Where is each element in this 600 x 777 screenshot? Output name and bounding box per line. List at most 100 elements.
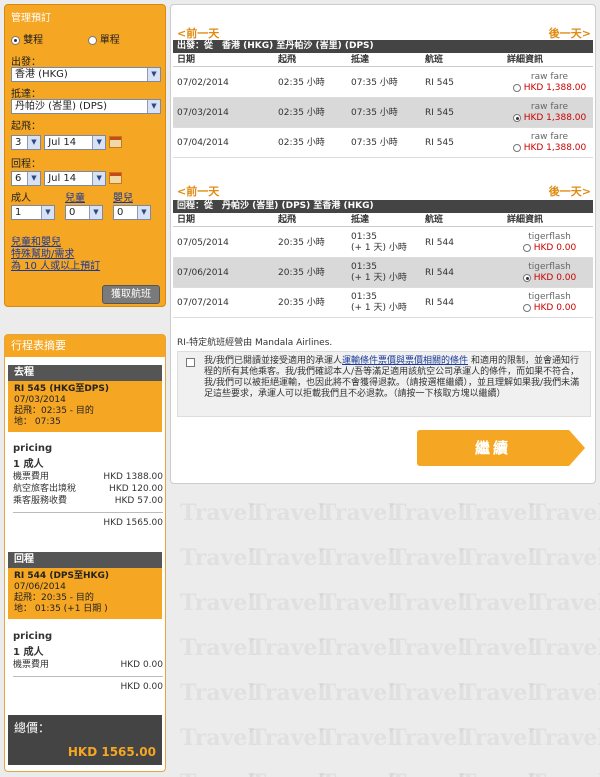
return-month-select[interactable]: Jul 14 ▼: [44, 171, 107, 186]
to-select-value: 丹帕沙 (峇里) (DPS): [15, 101, 108, 112]
fare-price: HKD 0.00: [533, 303, 577, 313]
chevron-down-icon: ▼: [27, 136, 40, 149]
fare-radio[interactable]: [512, 143, 521, 152]
col-depart: 起飛: [278, 54, 297, 65]
outbound-date: 07/03/2014: [14, 395, 66, 405]
arrow-right-icon: [569, 430, 585, 466]
from-label: 出發：: [11, 57, 41, 68]
fare-radio[interactable]: [522, 273, 531, 282]
watermark-text: Travel: [320, 590, 396, 616]
fare-cell: raw fare HKD 1,388.00: [507, 128, 592, 158]
total-value: HKD 1565.00: [67, 745, 156, 759]
fare-radio[interactable]: [512, 83, 521, 92]
flight-row[interactable]: 07/05/2014 20:35 小時 01:35 (+ 1 天) 小時 RI 544 t…: [173, 228, 593, 258]
outbound-table-header: 日期 起飛 抵達 航班 詳細資訊: [173, 53, 593, 67]
depart-cell: 20:35 小時: [278, 297, 325, 308]
roundtrip-radio[interactable]: [11, 35, 20, 45]
arrive-time: 01:35: [351, 292, 377, 302]
service-label: 乘客服務收費: [13, 496, 68, 506]
flight-row[interactable]: 07/04/2014 02:35 小時 07:35 小時 RI 545 raw fare…: [173, 128, 593, 158]
pax-count: 1 成人: [13, 459, 44, 470]
depart-cell: 02:35 小時: [278, 107, 325, 118]
watermark-text: Travel: [180, 500, 256, 526]
flight-row[interactable]: 07/02/2014 02:35 小時 07:35 小時 RI 545 raw fare…: [173, 68, 593, 98]
conditions-link[interactable]: 運輸條件票價與票價相關的條件: [342, 356, 468, 366]
flight-row[interactable]: 07/03/2014 02:35 小時 07:35 小時 RI 545 raw fare…: [173, 98, 593, 128]
inbound-prev-day[interactable]: <前一天: [177, 183, 219, 199]
watermark-text: Travel: [460, 545, 536, 571]
flight-cell: RI 545: [425, 137, 454, 148]
inbound-next-day[interactable]: 後一天>: [549, 183, 591, 199]
terms-checkbox[interactable]: [186, 358, 195, 367]
watermark-text: Travel: [390, 725, 466, 751]
infant-select[interactable]: 0 ▼: [113, 205, 151, 220]
tax-value: HKD 120.00: [109, 484, 163, 494]
fare-value: HKD 0.00: [120, 660, 164, 670]
return-pricing: pricing 1 成人 機票費用 HKD 0.00 HKD 0.00: [13, 631, 163, 693]
fare-price: HKD 1,388.00: [523, 113, 587, 123]
arrive-cell: 01:35 (+ 1 天) 小時: [351, 232, 407, 254]
chevron-down-icon: ▼: [92, 136, 106, 149]
depart-cell: 20:35 小時: [278, 237, 325, 248]
col-arrive: 抵達: [351, 214, 370, 225]
watermark-text: Travel: [390, 680, 466, 706]
col-details: 詳細資訊: [507, 214, 544, 225]
outbound-dep: 起飛：02:35 - 目的: [14, 406, 94, 416]
outbound-route-bar: 出發：從 香港 (HKG) 至丹帕沙 (峇里) (DPS): [173, 40, 593, 53]
depart-month-select[interactable]: Jul 14 ▼: [44, 135, 107, 150]
outbound-pricing: pricing 1 成人 機票費用 HKD 1388.00 航空旅客出境稅 HKD …: [13, 443, 163, 529]
fare-radio[interactable]: [512, 113, 521, 122]
flight-row[interactable]: 07/06/2014 20:35 小時 01:35 (+ 1 天) 小時 RI 544 t…: [173, 258, 593, 288]
fare-radio[interactable]: [522, 243, 531, 252]
roundtrip-label: 雙程: [23, 35, 44, 46]
arrive-note: (+ 1 天) 小時: [351, 243, 407, 253]
watermark-text: Travel: [250, 770, 326, 777]
watermark-text: Travel: [390, 635, 466, 661]
watermark-text: Travel: [180, 545, 256, 571]
oneway-label: 單程: [99, 35, 120, 46]
calendar-icon[interactable]: [109, 172, 123, 184]
watermark-text: Travel: [460, 635, 536, 661]
search-flights-button[interactable]: 獲取航班: [102, 285, 160, 304]
fare-name: tigerflash: [528, 292, 571, 302]
outbound-subtotal: HKD 1565.00: [13, 512, 163, 529]
return-day-select[interactable]: 6 ▼: [11, 171, 41, 186]
outbound-next-day[interactable]: 後一天>: [549, 25, 591, 41]
watermark-text: Travel: [530, 545, 600, 571]
fare-label: 機票費用: [13, 472, 50, 482]
oneway-radio[interactable]: [87, 35, 97, 45]
watermark-text: Travel: [250, 545, 326, 571]
watermark-text: Travel: [250, 680, 326, 706]
fare-name: raw fare: [530, 72, 569, 82]
flight-results-panel: <前一天 後一天> 出發：從 香港 (HKG) 至丹帕沙 (峇里) (DPS) …: [170, 4, 596, 484]
watermark-text: Travel: [530, 590, 600, 616]
to-select[interactable]: 丹帕沙 (峇里) (DPS) ▼: [11, 99, 161, 114]
inbound-table-header: 日期 起飛 抵達 航班 詳細資訊: [173, 213, 593, 227]
itinerary-title: 行程表摘要: [5, 335, 165, 357]
watermark-text: Travel: [320, 680, 396, 706]
fare-name: raw fare: [530, 132, 569, 142]
outbound-arr: 地： 07:35: [14, 417, 61, 427]
flight-cell: RI 545: [425, 77, 454, 88]
flight-row[interactable]: 07/07/2014 20:35 小時 01:35 (+ 1 天) 小時 RI 544 t…: [173, 288, 593, 318]
infant-label[interactable]: 嬰兒: [113, 189, 133, 204]
calendar-icon[interactable]: [109, 136, 123, 148]
watermark-text: Travel: [530, 500, 600, 526]
adult-value: 1: [15, 207, 22, 218]
terms-text-1: 我/我們已閱讀並接受適用的承運人: [204, 356, 343, 366]
fare-radio[interactable]: [522, 303, 531, 312]
return-header: 回程: [8, 552, 162, 568]
continue-button[interactable]: 繼續: [417, 430, 587, 466]
watermark-text: Travel: [250, 725, 326, 751]
child-select[interactable]: 0 ▼: [65, 205, 103, 220]
watermark-text: Travel: [250, 590, 326, 616]
watermark-text: Travel: [460, 590, 536, 616]
depart-day-select[interactable]: 3 ▼: [11, 135, 41, 150]
inbound-nav: <前一天 後一天>: [177, 183, 591, 199]
from-select[interactable]: 香港 (HKG) ▼: [11, 67, 161, 82]
adult-select[interactable]: 1 ▼: [11, 205, 55, 220]
outbound-prev-day[interactable]: <前一天: [177, 25, 219, 41]
col-depart: 起飛: [278, 214, 297, 225]
child-label[interactable]: 兒童: [65, 189, 85, 204]
group-booking-link[interactable]: 為 10 人或以上預訂: [11, 257, 100, 272]
